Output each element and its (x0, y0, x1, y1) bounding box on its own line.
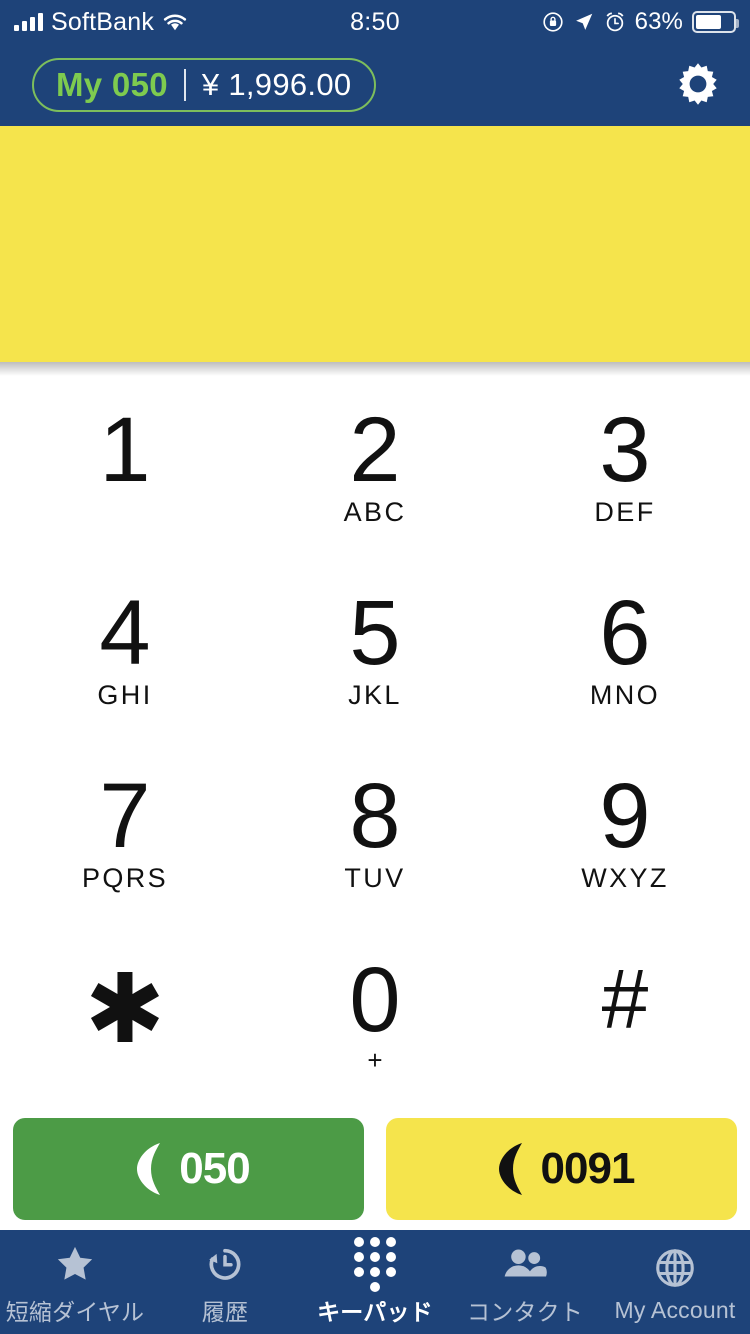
key-8-letters: TUV (344, 862, 406, 893)
pill-separator (183, 69, 186, 101)
call-button-row: 050 0091 (0, 1118, 750, 1220)
tab-history-label: 履歴 (201, 1299, 249, 1325)
balance-amount-label: ¥ 1,996.00 (201, 67, 352, 102)
clock-label: 8:50 (350, 7, 400, 36)
history-clock-icon (203, 1241, 247, 1287)
balance-pill[interactable]: My 050 ¥ 1,996.00 (32, 58, 376, 112)
app-header: My 050 ¥ 1,996.00 (0, 44, 750, 126)
key-5-digit: 5 (349, 582, 401, 685)
bottom-tab-bar: 短縮ダイヤル 履歴 キーパッド コンタクト My Account (0, 1230, 750, 1334)
call-050-label: 050 (179, 1144, 250, 1193)
tab-my-account-label: My Account (614, 1296, 736, 1323)
status-bar-right: 63% (542, 0, 739, 44)
key-7[interactable]: 7 PQRS (0, 742, 250, 925)
key-6-digit: 6 (599, 582, 651, 685)
key-7-digit: 7 (99, 765, 151, 868)
gear-icon (674, 60, 722, 111)
battery-percent-label: 63% (634, 8, 683, 35)
key-9[interactable]: 9 WXYZ (500, 742, 750, 925)
tab-contacts-label: コンタクト (467, 1299, 583, 1325)
promo-banner[interactable] (0, 126, 750, 362)
key-9-letters: WXYZ (581, 862, 669, 893)
rotation-lock-icon (542, 11, 564, 33)
star-icon (53, 1241, 97, 1287)
key-1-digit: 1 (99, 399, 151, 502)
tab-history[interactable]: 履歴 (150, 1230, 300, 1334)
keypad-dots-icon (354, 1236, 396, 1292)
balance-account-label: My 050 (56, 66, 168, 103)
key-2[interactable]: 2 ABC (250, 376, 500, 559)
location-arrow-icon (573, 11, 595, 33)
battery-icon (692, 11, 739, 33)
key-6[interactable]: 6 MNO (500, 559, 750, 742)
key-9-digit: 9 (599, 765, 651, 868)
tab-speed-dial[interactable]: 短縮ダイヤル (0, 1230, 150, 1334)
globe-icon (653, 1245, 697, 1291)
tab-speed-dial-label: 短縮ダイヤル (5, 1299, 145, 1325)
app-root: SoftBank 8:50 63% My 050 ¥ 1,996.00 1 2 … (0, 0, 750, 1334)
tab-contacts[interactable]: コンタクト (450, 1230, 600, 1334)
key-hash[interactable]: # (500, 925, 750, 1108)
dial-keypad: 1 2 ABC 3 DEF 4 GHI 5 JKL 6 MNO 7 PQRS 8 (0, 376, 750, 1108)
key-3-letters: DEF (594, 496, 656, 527)
call-0091-label: 0091 (540, 1144, 636, 1193)
call-050-button[interactable]: 050 (13, 1118, 364, 1220)
tab-keypad-label: キーパッド (317, 1299, 433, 1325)
status-bar: SoftBank 8:50 63% (0, 0, 750, 44)
alarm-clock-icon (604, 11, 626, 33)
key-2-letters: ABC (343, 496, 407, 527)
key-6-letters: MNO (589, 679, 661, 710)
tab-my-account[interactable]: My Account (600, 1230, 750, 1334)
key-8-digit: 8 (349, 765, 401, 868)
key-4-digit: 4 (99, 582, 151, 685)
key-3-digit: 3 (599, 399, 651, 502)
key-0-plus: + (367, 1044, 383, 1075)
key-star-digit: ✱ (84, 955, 166, 1063)
people-icon (502, 1241, 548, 1287)
key-4-letters: GHI (97, 679, 153, 710)
call-0091-button[interactable]: 0091 (386, 1118, 737, 1220)
banner-shadow (0, 362, 750, 376)
key-2-digit: 2 (349, 399, 401, 502)
key-7-letters: PQRS (81, 862, 169, 893)
phone-handset-icon (127, 1140, 173, 1198)
phone-handset-icon (489, 1140, 535, 1198)
key-5[interactable]: 5 JKL (250, 559, 500, 742)
key-star[interactable]: ✱ (0, 925, 250, 1108)
key-4[interactable]: 4 GHI (0, 559, 250, 742)
settings-button[interactable] (670, 57, 726, 113)
key-0-digit: 0 (349, 949, 401, 1052)
key-1[interactable]: 1 (0, 376, 250, 559)
key-8[interactable]: 8 TUV (250, 742, 500, 925)
key-5-letters: JKL (348, 679, 402, 710)
key-3[interactable]: 3 DEF (500, 376, 750, 559)
key-hash-digit: # (601, 951, 649, 1046)
key-0[interactable]: 0 + (250, 925, 500, 1108)
tab-keypad[interactable]: キーパッド (300, 1230, 450, 1334)
